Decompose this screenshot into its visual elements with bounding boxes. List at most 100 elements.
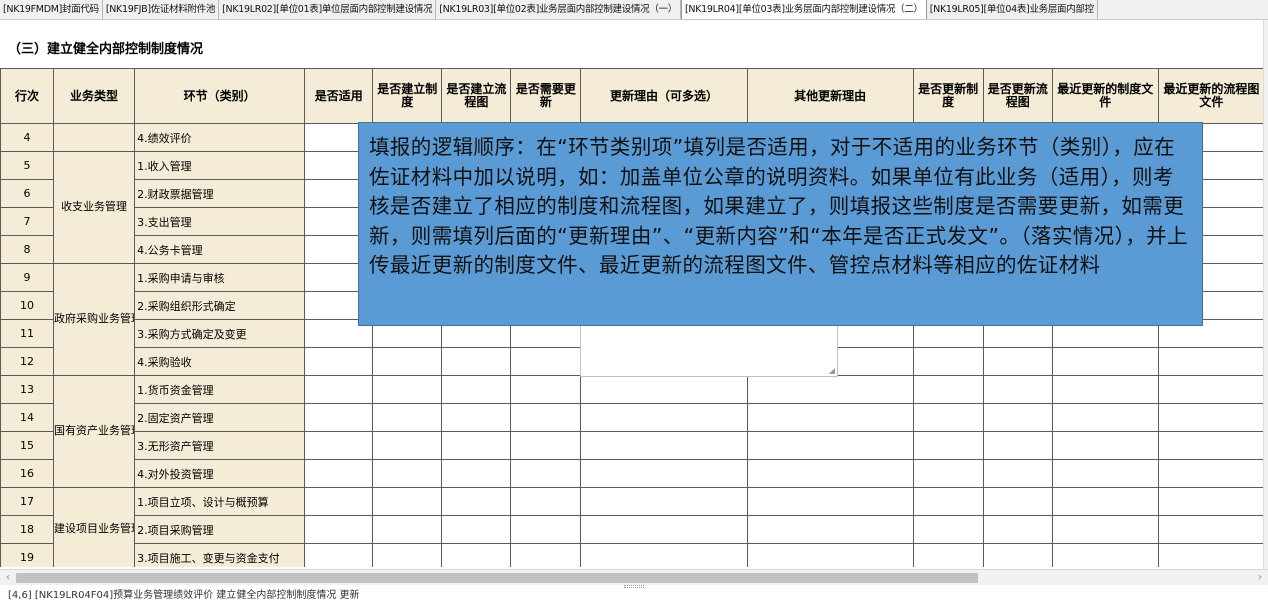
input-cell[interactable] (1157, 515, 1263, 544)
input-cell[interactable] (304, 487, 374, 516)
input-cell[interactable] (912, 403, 984, 432)
vertical-scrollbar[interactable] (1263, 20, 1268, 569)
scroll-left-icon[interactable]: ‹ (2, 571, 14, 585)
input-cell[interactable] (746, 375, 914, 404)
input-cell[interactable] (912, 487, 984, 516)
input-cell[interactable] (580, 375, 748, 404)
input-cell[interactable] (1051, 431, 1159, 460)
input-cell[interactable] (441, 431, 512, 460)
input-cell[interactable] (510, 515, 582, 544)
input-cell[interactable] (510, 459, 582, 488)
input-cell[interactable] (441, 487, 512, 516)
sheet-tab[interactable]: [NK19LR04][单位03表]业务层面内部控制建设情况（二） (681, 0, 927, 19)
input-cell[interactable] (510, 403, 582, 432)
input-cell[interactable] (372, 403, 443, 432)
input-cell[interactable] (372, 431, 443, 460)
input-cell[interactable] (1157, 431, 1263, 460)
input-cell[interactable] (746, 487, 914, 516)
input-cell[interactable] (441, 347, 512, 376)
input-cell[interactable] (441, 375, 512, 404)
input-cell[interactable] (982, 431, 1053, 460)
input-cell[interactable] (1157, 403, 1263, 432)
input-cell[interactable] (982, 515, 1053, 544)
sheet-tab[interactable]: [NK19LR02][单位01表]单位层面内部控制建设情况 (219, 0, 437, 19)
input-cell[interactable] (746, 543, 914, 567)
instruction-callout: 填报的逻辑顺序：在“环节类别项”填列是否适用，对于不适用的业务环节（类别），应在… (358, 122, 1203, 326)
column-header: 最近更新的制度文件 (1051, 68, 1159, 124)
input-cell[interactable] (912, 375, 984, 404)
input-cell[interactable] (912, 347, 984, 376)
input-cell[interactable] (580, 431, 748, 460)
input-cell[interactable] (441, 459, 512, 488)
input-cell[interactable] (746, 431, 914, 460)
resize-grip-icon[interactable]: ◢ (828, 367, 836, 375)
input-cell[interactable] (982, 543, 1053, 567)
input-cell[interactable] (982, 347, 1053, 376)
row-number: 17 (0, 487, 55, 516)
column-header: 环节（类别） (134, 68, 306, 124)
sheet-tab[interactable]: [NK19FJB]佐证材料附件池 (103, 0, 220, 19)
sheet-tab[interactable]: [NK19FMDM]封面代码 (0, 0, 103, 19)
input-cell[interactable] (441, 403, 512, 432)
business-type-cell: 政府采购业务管理 (53, 263, 136, 376)
input-cell[interactable] (1051, 403, 1159, 432)
input-cell[interactable] (304, 459, 374, 488)
input-cell[interactable] (580, 403, 748, 432)
input-cell[interactable] (372, 543, 443, 567)
input-cell[interactable] (510, 487, 582, 516)
splitter-handle[interactable] (624, 585, 644, 588)
horizontal-scrollbar[interactable]: ‹ › (0, 569, 1268, 585)
table-row: 19 3.项目施工、变更与资金支付 (0, 543, 1263, 567)
input-cell[interactable] (441, 515, 512, 544)
input-cell[interactable] (580, 459, 748, 488)
sheet-tab[interactable]: [NK19LR05][单位04表]业务层面内部控 (927, 0, 1098, 19)
input-cell[interactable] (304, 515, 374, 544)
input-cell[interactable] (746, 403, 914, 432)
input-cell[interactable] (580, 543, 748, 567)
input-cell[interactable] (372, 459, 443, 488)
input-cell[interactable] (912, 431, 984, 460)
input-cell[interactable] (580, 515, 748, 544)
input-cell[interactable] (746, 459, 914, 488)
input-cell[interactable] (912, 459, 984, 488)
input-cell[interactable] (1051, 459, 1159, 488)
input-cell[interactable] (304, 347, 374, 376)
input-cell[interactable] (1157, 543, 1263, 567)
input-cell[interactable] (372, 515, 443, 544)
input-cell[interactable] (912, 543, 984, 567)
input-cell[interactable] (1051, 515, 1159, 544)
column-header: 是否更新流程图 (982, 68, 1053, 124)
input-cell[interactable] (304, 375, 374, 404)
input-cell[interactable] (372, 375, 443, 404)
input-cell[interactable] (1051, 347, 1159, 376)
cell-comment-box[interactable]: ◢ (580, 326, 838, 377)
input-cell[interactable] (304, 543, 374, 567)
table-row: 18 2.项目采购管理 (0, 515, 1263, 544)
input-cell[interactable] (1157, 487, 1263, 516)
input-cell[interactable] (304, 431, 374, 460)
input-cell[interactable] (1051, 487, 1159, 516)
input-cell[interactable] (372, 487, 443, 516)
input-cell[interactable] (1051, 543, 1159, 567)
input-cell[interactable] (982, 459, 1053, 488)
input-cell[interactable] (580, 487, 748, 516)
input-cell[interactable] (912, 515, 984, 544)
input-cell[interactable] (510, 375, 582, 404)
input-cell[interactable] (982, 487, 1053, 516)
input-cell[interactable] (304, 403, 374, 432)
input-cell[interactable] (982, 403, 1053, 432)
input-cell[interactable] (1157, 347, 1263, 376)
input-cell[interactable] (510, 543, 582, 567)
input-cell[interactable] (1157, 375, 1263, 404)
input-cell[interactable] (441, 543, 512, 567)
input-cell[interactable] (510, 431, 582, 460)
input-cell[interactable] (372, 347, 443, 376)
input-cell[interactable] (1157, 459, 1263, 488)
input-cell[interactable] (982, 375, 1053, 404)
input-cell[interactable] (510, 347, 582, 376)
input-cell[interactable] (1051, 375, 1159, 404)
scrollbar-thumb[interactable] (16, 573, 978, 583)
input-cell[interactable] (746, 515, 914, 544)
scroll-right-icon[interactable]: › (1254, 571, 1266, 585)
sheet-tab[interactable]: [NK19LR03][单位02表]业务层面内部控制建设情况（一） (436, 0, 681, 19)
